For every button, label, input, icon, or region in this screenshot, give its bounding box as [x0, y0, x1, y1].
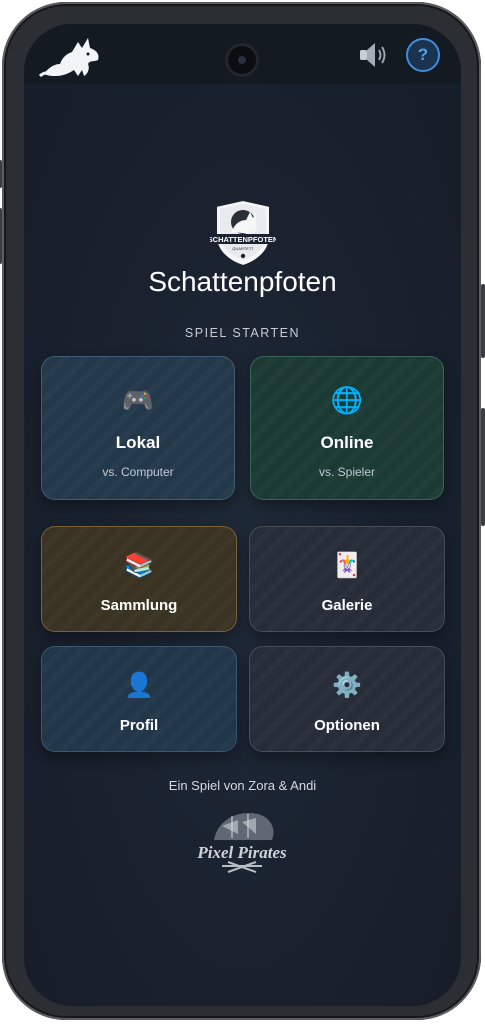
front-camera — [225, 43, 259, 77]
gallery-label: Galerie — [321, 597, 373, 614]
play-local-button[interactable]: 🎮 Lokal vs. Computer — [41, 356, 235, 500]
collection-label: Sammlung — [100, 597, 178, 614]
app-screen: ? SCHATTENPFOTEN QUARTETT Schattenpfoten… — [24, 24, 461, 1006]
help-button[interactable]: ? — [406, 38, 440, 72]
gear-icon: ⚙️ — [332, 672, 362, 699]
app-title: Schattenpfoten — [148, 266, 337, 297]
joker-card-icon: 🃏 — [332, 552, 362, 579]
collection-button[interactable]: 📚 Sammlung — [41, 526, 237, 632]
globe-icon: 🌐 — [330, 385, 364, 415]
play-online-label: Online — [320, 433, 374, 452]
phone-side-button — [481, 408, 485, 526]
pixel-pirates-logo: Pixel Pirates — [196, 813, 287, 873]
gallery-button[interactable]: 🃏 Galerie — [249, 526, 445, 632]
schattenpfoten-crest-logo: SCHATTENPFOTEN QUARTETT — [210, 198, 276, 268]
play-local-label: Lokal — [115, 433, 161, 452]
profile-label: Profil — [119, 717, 159, 734]
play-online-button[interactable]: 🌐 Online vs. Spieler — [250, 356, 444, 500]
profile-button[interactable]: 👤 Profil — [41, 646, 237, 752]
phone-side-button — [0, 208, 2, 264]
options-label: Optionen — [314, 717, 380, 734]
play-online-sub: vs. Spieler — [318, 465, 376, 479]
studio-logo-text: Pixel Pirates — [196, 843, 287, 862]
crest-text: SCHATTENPFOTEN — [210, 235, 276, 244]
gamepad-icon: 🎮 — [121, 385, 155, 415]
wolf-icon[interactable] — [38, 34, 104, 80]
books-icon: 📚 — [124, 552, 154, 579]
crest-subtext: QUARTETT — [232, 246, 254, 251]
credit-text: Ein Spiel von Zora & Andi — [168, 778, 317, 793]
options-button[interactable]: ⚙️ Optionen — [249, 646, 445, 752]
section-label: SPIEL STARTEN — [184, 326, 301, 340]
phone-frame: ? SCHATTENPFOTEN QUARTETT Schattenpfoten… — [0, 2, 485, 1020]
play-local-sub: vs. Computer — [102, 465, 174, 479]
phone-side-button — [481, 284, 485, 358]
phone-side-button — [0, 160, 2, 188]
speaker-icon[interactable] — [356, 38, 390, 72]
user-icon: 👤 — [124, 672, 154, 699]
